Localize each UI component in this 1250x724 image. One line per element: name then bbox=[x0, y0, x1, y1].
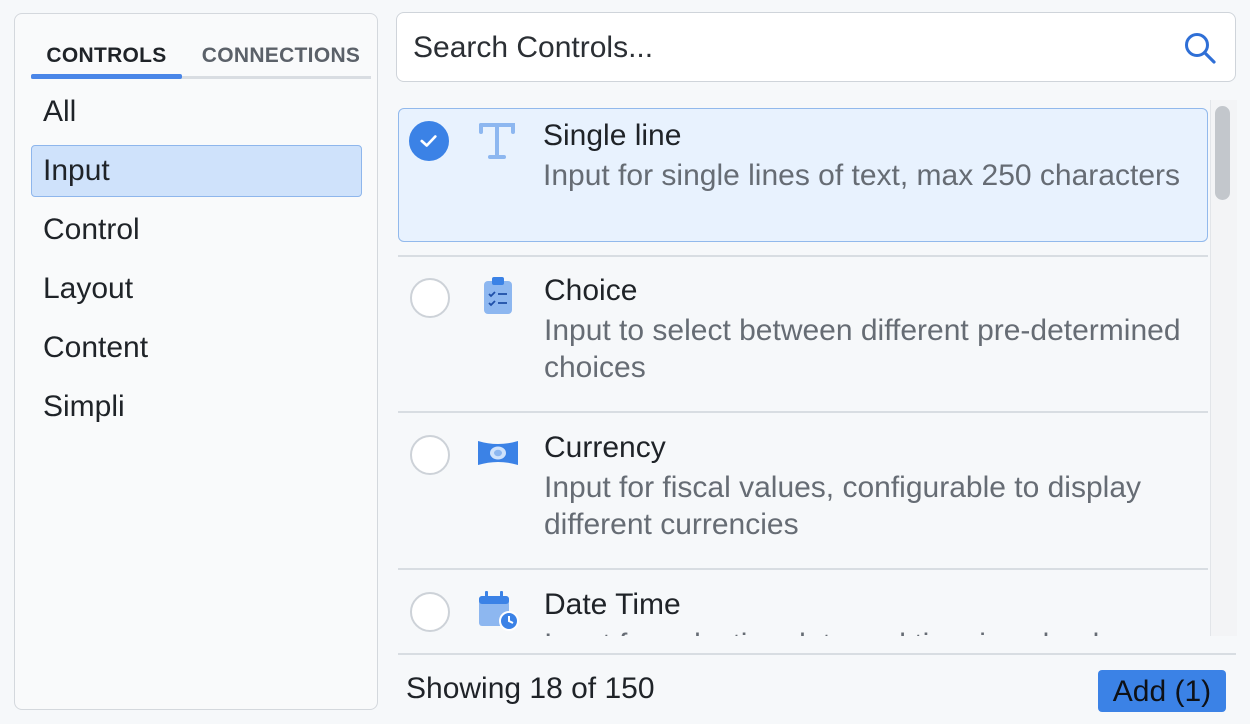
search-box bbox=[396, 12, 1236, 82]
clipboard-checklist-icon bbox=[484, 277, 512, 314]
category-list: All Input Control Layout Content Simpli bbox=[31, 86, 362, 440]
control-list: Single line Input for single lines of te… bbox=[398, 100, 1208, 636]
category-item-control[interactable]: Control bbox=[31, 204, 362, 256]
add-button[interactable]: Add (1) bbox=[1098, 670, 1226, 712]
item-title: Date Time bbox=[544, 588, 681, 621]
tab-bar: CONTROLS CONNECTIONS bbox=[31, 36, 371, 79]
item-title: Currency bbox=[544, 431, 666, 464]
item-title: Choice bbox=[544, 274, 638, 307]
radio-unselected[interactable] bbox=[410, 592, 450, 632]
calendar-clock-icon bbox=[479, 591, 519, 631]
radio-unselected[interactable] bbox=[410, 278, 450, 318]
item-description: Input for selecting date and time in cal… bbox=[544, 626, 1194, 636]
tab-controls[interactable]: CONTROLS bbox=[31, 44, 182, 76]
item-description: Input to select between different pre-de… bbox=[544, 314, 1181, 384]
item-description: Input for fiscal values, configurable to… bbox=[544, 471, 1141, 541]
category-item-all[interactable]: All bbox=[31, 86, 362, 138]
control-item-single-line[interactable]: Single line Input for single lines of te… bbox=[398, 108, 1208, 257]
scrollbar-thumb[interactable] bbox=[1215, 106, 1230, 200]
result-count: Showing 18 of 150 bbox=[406, 672, 655, 705]
banknote-icon bbox=[478, 441, 518, 465]
search-icon[interactable] bbox=[1183, 31, 1217, 65]
footer-divider bbox=[398, 653, 1236, 655]
tab-connections[interactable]: CONNECTIONS bbox=[191, 44, 371, 76]
category-sidebar: CONTROLS CONNECTIONS All Input Control L… bbox=[14, 13, 378, 710]
control-item-date-time[interactable]: Date Time Input for selecting date and t… bbox=[398, 570, 1208, 636]
item-title: Single line bbox=[543, 119, 682, 152]
check-icon bbox=[420, 135, 437, 147]
control-item-choice[interactable]: Choice Input to select between different… bbox=[398, 256, 1208, 413]
category-item-input[interactable]: Input bbox=[31, 145, 362, 197]
active-tab-indicator bbox=[31, 74, 182, 79]
radio-unselected[interactable] bbox=[410, 435, 450, 475]
text-icon bbox=[479, 123, 515, 159]
category-item-layout[interactable]: Layout bbox=[31, 263, 362, 315]
category-item-content[interactable]: Content bbox=[31, 322, 362, 374]
list-scrollbar[interactable] bbox=[1210, 100, 1237, 636]
item-description: Input for single lines of text, max 250 … bbox=[543, 159, 1180, 192]
control-item-currency[interactable]: Currency Input for fiscal values, config… bbox=[398, 413, 1208, 570]
category-item-simpli[interactable]: Simpli bbox=[31, 381, 362, 433]
radio-selected[interactable] bbox=[409, 121, 449, 161]
search-input[interactable] bbox=[411, 25, 1175, 71]
